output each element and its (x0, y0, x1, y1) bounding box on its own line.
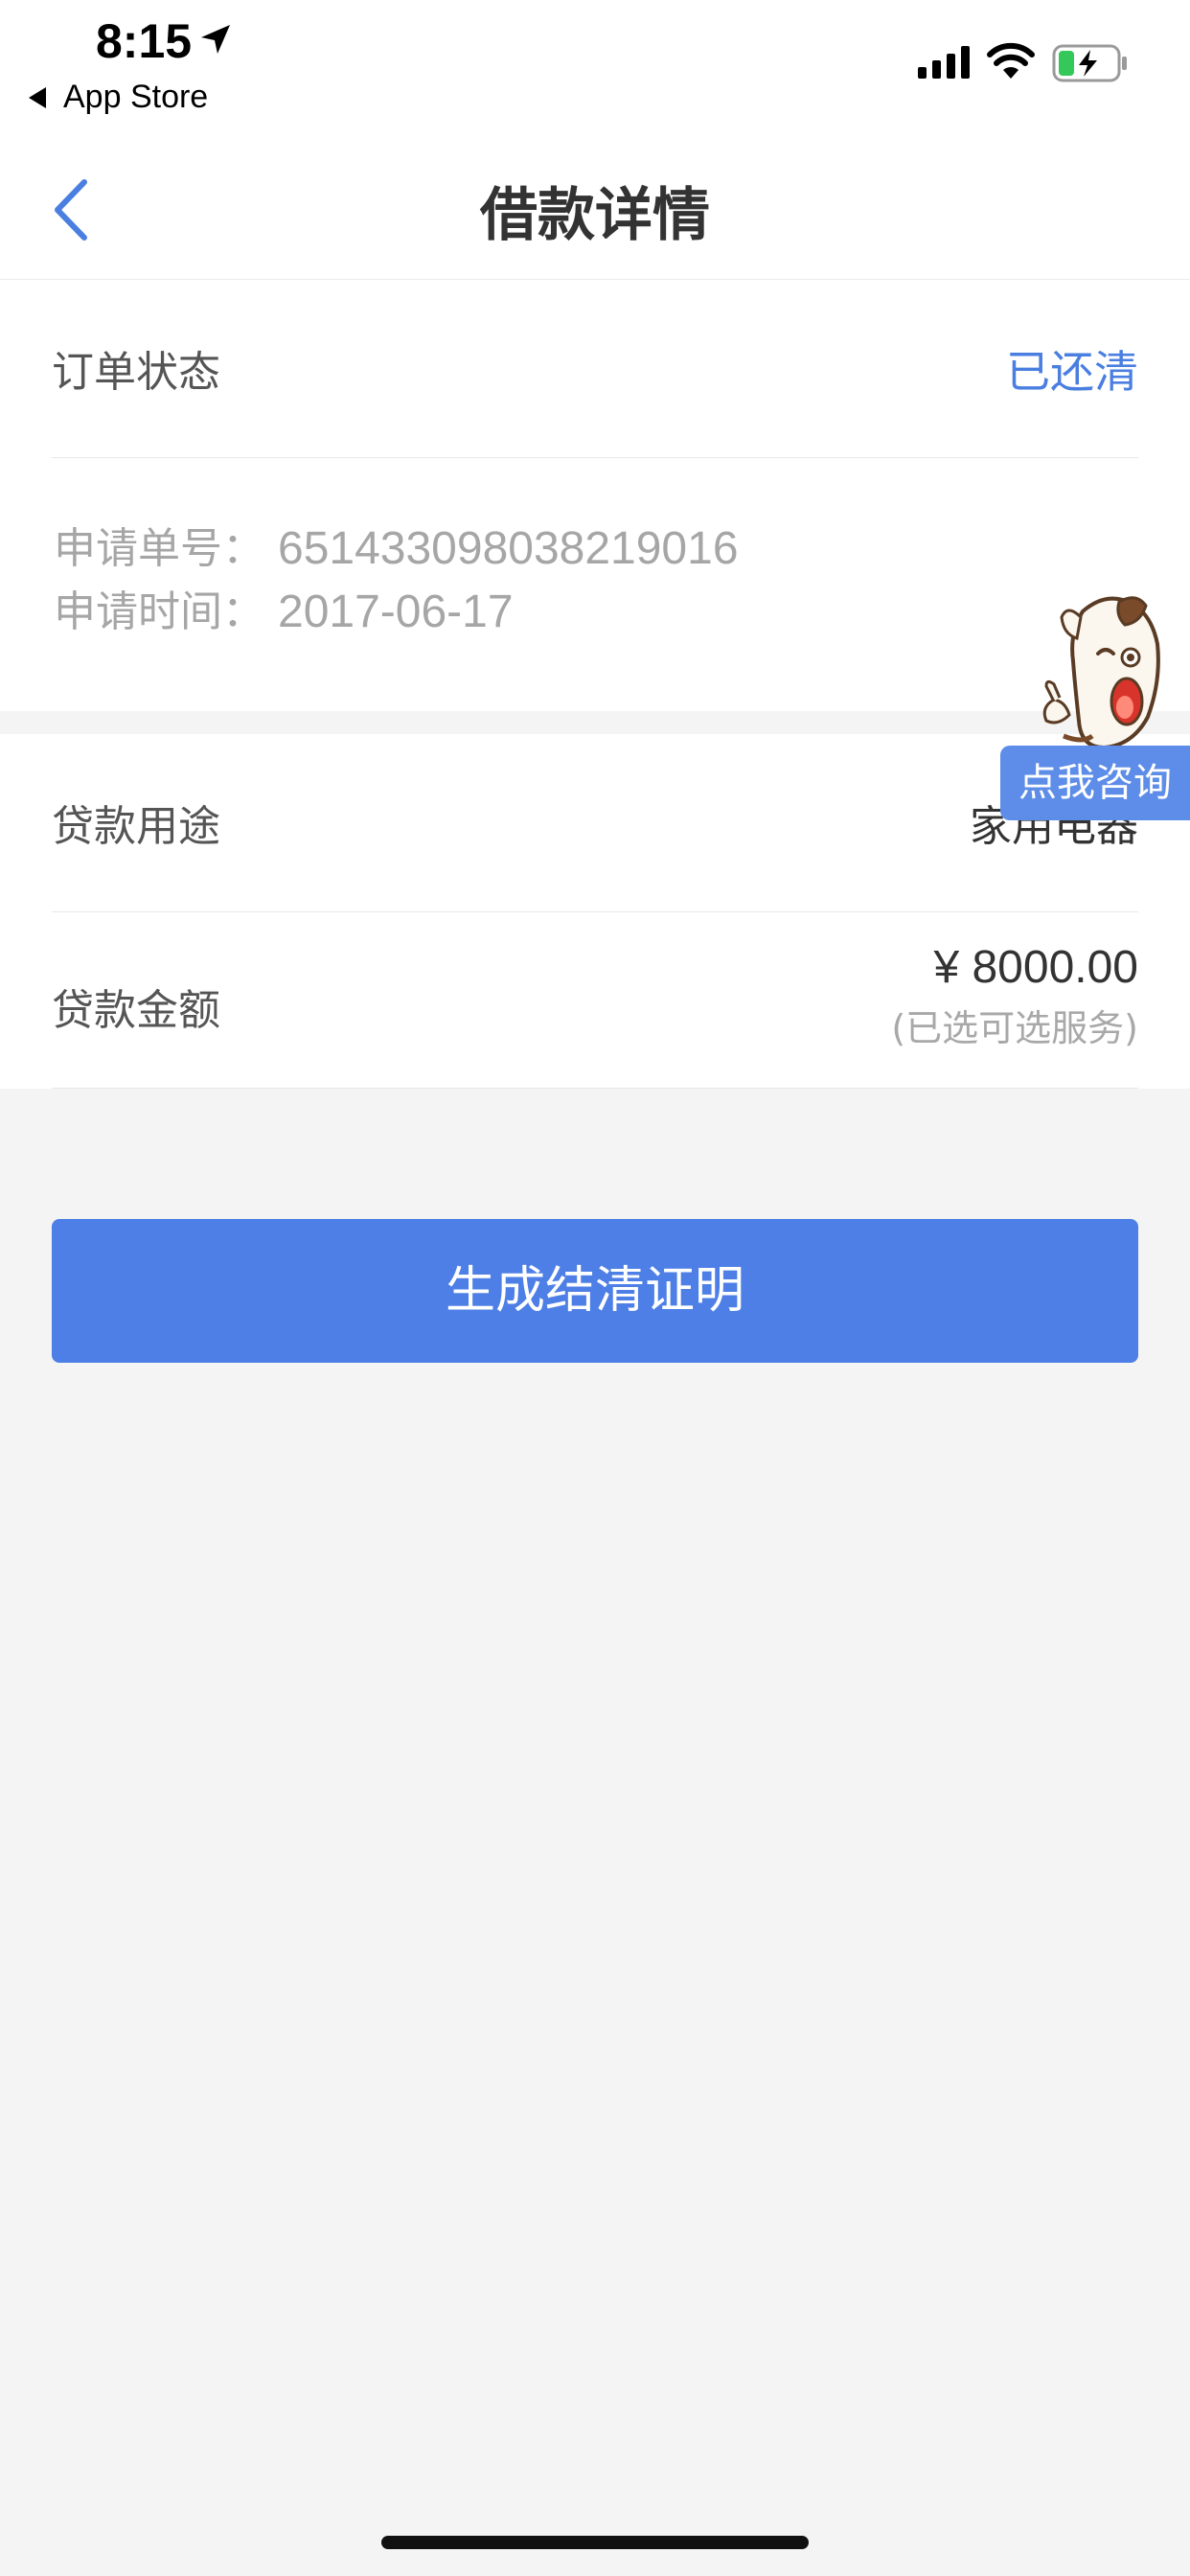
consult-widget[interactable]: 点我咨询 (996, 594, 1190, 824)
apply-time-row: 申请时间： 2017-06-17 (54, 581, 739, 644)
apply-no-row: 申请单号： 651433098038219016 (54, 518, 739, 581)
order-meta: 申请单号： 651433098038219016 申请时间： 2017-06-1… (54, 518, 739, 644)
status-time: 8:15 (96, 14, 193, 68)
apply-time-label: 申请时间： (54, 587, 264, 636)
mascot-dog-icon (1042, 596, 1160, 750)
apply-no-value: 651433098038219016 (278, 523, 739, 574)
back-triangle-icon (29, 86, 46, 108)
loan-purpose-label: 贷款用途 (52, 802, 220, 851)
generate-settlement-proof-button[interactable]: 生成结清证明 (52, 1219, 1138, 1363)
consult-label: 点我咨询 (1000, 746, 1190, 820)
page-title: 借款详情 (480, 182, 710, 249)
loan-purpose-row: 贷款用途 家用电器 (52, 734, 1138, 912)
order-status-value: 已还清 (1006, 346, 1138, 398)
apply-time-value: 2017-06-17 (278, 586, 514, 637)
back-to-app-store[interactable]: App Store (29, 79, 208, 116)
order-status-label: 订单状态 (52, 348, 220, 397)
location-arrow-icon (201, 25, 230, 54)
loan-amount-note: (已选可选服务) (891, 1007, 1138, 1049)
loan-amount-label: 贷款金额 (52, 986, 220, 1035)
back-app-label: App Store (63, 79, 209, 115)
home-indicator (381, 2536, 809, 2549)
nav-bar: 借款详情 (0, 134, 1190, 280)
battery-charging-icon (1052, 44, 1127, 82)
apply-no-label: 申请单号： (54, 524, 264, 573)
loan-amount-row: 贷款金额 ¥ 8000.00 (已选可选服务) (52, 912, 1138, 1089)
wifi-icon (987, 42, 1035, 79)
order-status-row: 订单状态 已还清 (52, 280, 1138, 458)
loan-amount-value: ¥ 8000.00 (933, 942, 1138, 993)
status-bar: 8:15 App Store (0, 0, 1190, 134)
signal-icon (918, 46, 970, 79)
